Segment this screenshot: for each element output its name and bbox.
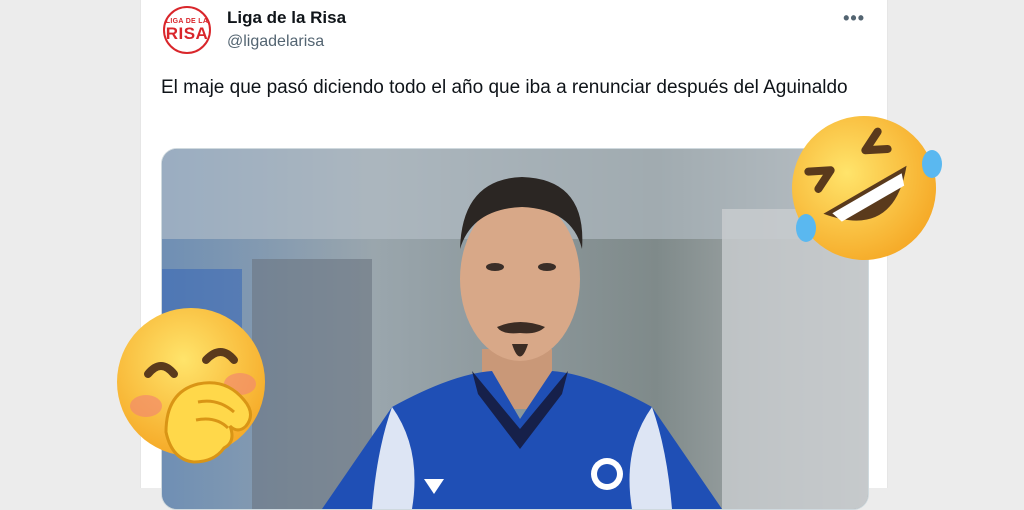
user-handle[interactable]: @ligadelarisa [227, 33, 324, 51]
avatar-label: RISA [165, 24, 209, 43]
display-name[interactable]: Liga de la Risa [227, 8, 346, 28]
face-with-hand-over-mouth-emoji [117, 308, 265, 464]
more-dots-icon[interactable]: ••• [843, 8, 865, 29]
rofl-emoji [792, 116, 942, 260]
tweet-text: El maje que pasó diciendo todo el año qu… [161, 77, 848, 98]
avatar[interactable]: LIGA DE LA RISA [163, 6, 211, 54]
